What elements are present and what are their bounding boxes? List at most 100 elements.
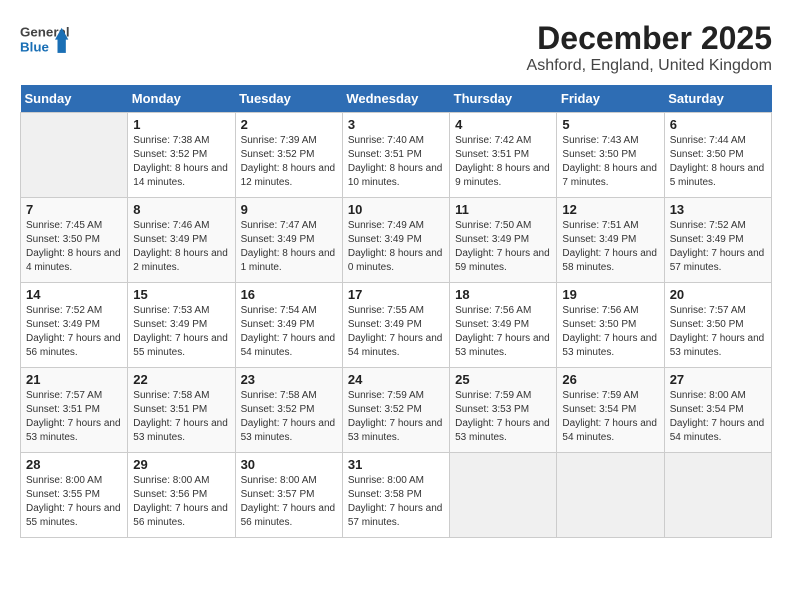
day-number: 4 [455, 117, 551, 132]
cell-info: Sunrise: 7:59 AM Sunset: 3:54 PM Dayligh… [562, 389, 658, 445]
calendar-week-row: 14 Sunrise: 7:52 AM Sunset: 3:49 PM Dayli… [21, 283, 772, 368]
header-thursday: Thursday [450, 85, 557, 113]
calendar-week-row: 7 Sunrise: 7:45 AM Sunset: 3:50 PM Daylig… [21, 198, 772, 283]
header-saturday: Saturday [664, 85, 771, 113]
cell-info: Sunrise: 7:38 AM Sunset: 3:52 PM Dayligh… [133, 134, 229, 190]
cell-info: Sunrise: 7:59 AM Sunset: 3:53 PM Dayligh… [455, 389, 551, 445]
cell-info: Sunrise: 7:49 AM Sunset: 3:49 PM Dayligh… [348, 219, 444, 275]
calendar-cell [21, 113, 128, 198]
cell-info: Sunrise: 7:52 AM Sunset: 3:49 PM Dayligh… [670, 219, 766, 275]
day-number: 31 [348, 457, 444, 472]
calendar-cell: 21Sunrise: 7:57 AM Sunset: 3:51 PM Dayli… [21, 368, 128, 453]
header-monday: Monday [128, 85, 235, 113]
calendar-cell: 4 Sunrise: 7:42 AM Sunset: 3:51 PM Daylig… [450, 113, 557, 198]
page-header: General Blue December 2025 Ashford, Engl… [20, 20, 772, 75]
calendar-cell: 1 Sunrise: 7:38 AM Sunset: 3:52 PM Daylig… [128, 113, 235, 198]
cell-info: Sunrise: 7:59 AM Sunset: 3:52 PM Dayligh… [348, 389, 444, 445]
cell-info: Sunrise: 7:54 AM Sunset: 3:49 PM Dayligh… [241, 304, 337, 360]
day-number: 22 [133, 372, 229, 387]
cell-info: Sunrise: 7:44 AM Sunset: 3:50 PM Dayligh… [670, 134, 766, 190]
day-number: 23 [241, 372, 337, 387]
cell-info: Sunrise: 7:42 AM Sunset: 3:51 PM Dayligh… [455, 134, 551, 190]
day-number: 11 [455, 202, 551, 217]
svg-text:Blue: Blue [20, 39, 49, 54]
day-number: 7 [26, 202, 122, 217]
day-number: 29 [133, 457, 229, 472]
calendar-cell: 23 Sunrise: 7:58 AM Sunset: 3:52 PM Dayli… [235, 368, 342, 453]
calendar-week-row: 28 Sunrise: 8:00 AM Sunset: 3:55 PM Dayli… [21, 453, 772, 538]
day-number: 5 [562, 117, 658, 132]
cell-info: Sunrise: 7:43 AM Sunset: 3:50 PM Dayligh… [562, 134, 658, 190]
calendar-cell: 17Sunrise: 7:55 AM Sunset: 3:49 PM Dayli… [342, 283, 449, 368]
cell-info: Sunrise: 7:56 AM Sunset: 3:49 PM Dayligh… [455, 304, 551, 360]
header-tuesday: Tuesday [235, 85, 342, 113]
calendar-cell: 7 Sunrise: 7:45 AM Sunset: 3:50 PM Daylig… [21, 198, 128, 283]
cell-info: Sunrise: 7:51 AM Sunset: 3:49 PM Dayligh… [562, 219, 658, 275]
calendar-cell: 8Sunrise: 7:46 AM Sunset: 3:49 PM Daylig… [128, 198, 235, 283]
cell-info: Sunrise: 7:39 AM Sunset: 3:52 PM Dayligh… [241, 134, 337, 190]
calendar-cell: 16 Sunrise: 7:54 AM Sunset: 3:49 PM Dayli… [235, 283, 342, 368]
calendar-cell: 24 Sunrise: 7:59 AM Sunset: 3:52 PM Dayli… [342, 368, 449, 453]
calendar-cell: 6 Sunrise: 7:44 AM Sunset: 3:50 PM Daylig… [664, 113, 771, 198]
calendar-title: December 2025 [527, 20, 772, 57]
day-number: 27 [670, 372, 766, 387]
calendar-cell: 31 Sunrise: 8:00 AM Sunset: 3:58 PM Dayli… [342, 453, 449, 538]
calendar-cell: 13 Sunrise: 7:52 AM Sunset: 3:49 PM Dayli… [664, 198, 771, 283]
header-sunday: Sunday [21, 85, 128, 113]
cell-info: Sunrise: 7:46 AM Sunset: 3:49 PM Dayligh… [133, 219, 229, 275]
calendar-location: Ashford, England, United Kingdom [527, 57, 772, 75]
day-number: 2 [241, 117, 337, 132]
cell-info: Sunrise: 7:58 AM Sunset: 3:52 PM Dayligh… [241, 389, 337, 445]
calendar-cell: 18 Sunrise: 7:56 AM Sunset: 3:49 PM Dayli… [450, 283, 557, 368]
cell-info: Sunrise: 7:50 AM Sunset: 3:49 PM Dayligh… [455, 219, 551, 275]
calendar-cell: 20 Sunrise: 7:57 AM Sunset: 3:50 PM Dayli… [664, 283, 771, 368]
calendar-cell: 11 Sunrise: 7:50 AM Sunset: 3:49 PM Dayli… [450, 198, 557, 283]
cell-info: Sunrise: 8:00 AM Sunset: 3:55 PM Dayligh… [26, 474, 122, 530]
cell-info: Sunrise: 8:00 AM Sunset: 3:57 PM Dayligh… [241, 474, 337, 530]
calendar-cell: 19 Sunrise: 7:56 AM Sunset: 3:50 PM Dayli… [557, 283, 664, 368]
calendar-cell: 25Sunrise: 7:59 AM Sunset: 3:53 PM Dayli… [450, 368, 557, 453]
cell-info: Sunrise: 7:45 AM Sunset: 3:50 PM Dayligh… [26, 219, 122, 275]
calendar-cell: 15 Sunrise: 7:53 AM Sunset: 3:49 PM Dayli… [128, 283, 235, 368]
calendar-cell: 5 Sunrise: 7:43 AM Sunset: 3:50 PM Daylig… [557, 113, 664, 198]
day-number: 26 [562, 372, 658, 387]
cell-info: Sunrise: 7:47 AM Sunset: 3:49 PM Dayligh… [241, 219, 337, 275]
day-number: 15 [133, 287, 229, 302]
day-number: 20 [670, 287, 766, 302]
day-number: 17 [348, 287, 444, 302]
calendar-header-row: SundayMondayTuesdayWednesdayThursdayFrid… [21, 85, 772, 113]
day-number: 14 [26, 287, 122, 302]
header-wednesday: Wednesday [342, 85, 449, 113]
calendar-cell [450, 453, 557, 538]
cell-info: Sunrise: 7:53 AM Sunset: 3:49 PM Dayligh… [133, 304, 229, 360]
logo-icon: General Blue [20, 20, 70, 60]
calendar-cell [557, 453, 664, 538]
calendar-cell: 2 Sunrise: 7:39 AM Sunset: 3:52 PM Daylig… [235, 113, 342, 198]
cell-info: Sunrise: 7:52 AM Sunset: 3:49 PM Dayligh… [26, 304, 122, 360]
cell-info: Sunrise: 7:40 AM Sunset: 3:51 PM Dayligh… [348, 134, 444, 190]
day-number: 13 [670, 202, 766, 217]
day-number: 24 [348, 372, 444, 387]
header-friday: Friday [557, 85, 664, 113]
cell-info: Sunrise: 7:56 AM Sunset: 3:50 PM Dayligh… [562, 304, 658, 360]
cell-info: Sunrise: 8:00 AM Sunset: 3:58 PM Dayligh… [348, 474, 444, 530]
calendar-week-row: 1 Sunrise: 7:38 AM Sunset: 3:52 PM Daylig… [21, 113, 772, 198]
day-number: 16 [241, 287, 337, 302]
calendar-week-row: 21Sunrise: 7:57 AM Sunset: 3:51 PM Dayli… [21, 368, 772, 453]
day-number: 18 [455, 287, 551, 302]
day-number: 10 [348, 202, 444, 217]
calendar-cell: 27Sunrise: 8:00 AM Sunset: 3:54 PM Dayli… [664, 368, 771, 453]
cell-info: Sunrise: 7:57 AM Sunset: 3:50 PM Dayligh… [670, 304, 766, 360]
calendar-cell: 12Sunrise: 7:51 AM Sunset: 3:49 PM Dayli… [557, 198, 664, 283]
title-block: December 2025 Ashford, England, United K… [527, 20, 772, 75]
calendar-cell: 28 Sunrise: 8:00 AM Sunset: 3:55 PM Dayli… [21, 453, 128, 538]
cell-info: Sunrise: 7:57 AM Sunset: 3:51 PM Dayligh… [26, 389, 122, 445]
calendar-cell: 22Sunrise: 7:58 AM Sunset: 3:51 PM Dayli… [128, 368, 235, 453]
day-number: 6 [670, 117, 766, 132]
logo: General Blue [20, 20, 70, 60]
day-number: 9 [241, 202, 337, 217]
day-number: 1 [133, 117, 229, 132]
day-number: 28 [26, 457, 122, 472]
calendar-cell: 10 Sunrise: 7:49 AM Sunset: 3:49 PM Dayli… [342, 198, 449, 283]
day-number: 19 [562, 287, 658, 302]
